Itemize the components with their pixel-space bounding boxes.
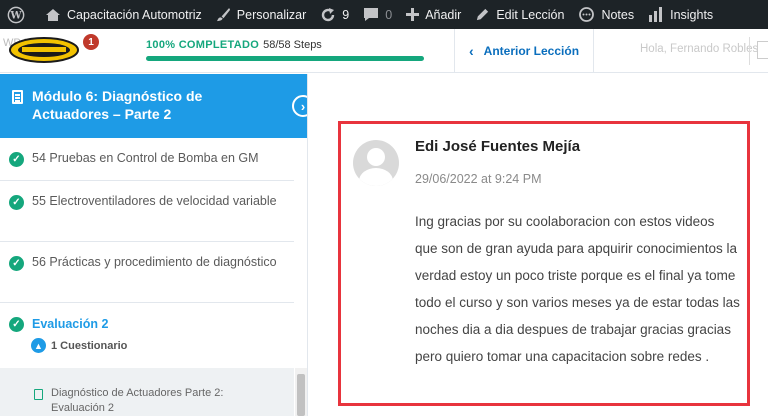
- comment-author: Edi José Fuentes Mejía: [415, 138, 581, 155]
- lesson-item[interactable]: ✓ 54 Pruebas en Control de Bomba en GM: [0, 138, 294, 181]
- check-circle-icon: ✓: [9, 256, 24, 271]
- refresh-icon: [320, 7, 336, 23]
- avatar: [353, 140, 399, 186]
- chat-bubble-icon: [578, 6, 595, 23]
- check-circle-icon: ✓: [9, 152, 24, 167]
- comment-body: Ing gracias por su coolaboracion con est…: [415, 214, 740, 364]
- scrollbar-thumb[interactable]: [297, 374, 305, 416]
- updates-button[interactable]: 9: [313, 0, 356, 29]
- brand-logo[interactable]: [8, 35, 80, 65]
- course-sidebar: Módulo 6: Diagnóstico de Actuadores – Pa…: [0, 74, 308, 416]
- wordpress-icon: W: [7, 6, 25, 24]
- user-greeting[interactable]: Hola, Fernando Robles: [640, 43, 758, 55]
- quiz-section: ✓ Evaluación 2: [0, 303, 294, 368]
- lesson-label: 56 Prácticas y procedimiento de diagnóst…: [32, 255, 277, 269]
- check-circle-icon: ✓: [9, 317, 24, 332]
- quiz-document-icon: [34, 389, 43, 400]
- brush-icon: [216, 7, 231, 22]
- lesson-item[interactable]: ✓ 56 Prácticas y procedimiento de diagnó…: [0, 242, 294, 303]
- notes-button[interactable]: Notes: [571, 0, 641, 29]
- quiz-section-label[interactable]: Evaluación 2: [32, 316, 108, 333]
- edit-lesson-button[interactable]: Edit Lección: [468, 0, 571, 29]
- sidebar-scrollbar[interactable]: [295, 368, 307, 416]
- check-circle-icon: ✓: [9, 195, 24, 210]
- comments-button[interactable]: 0: [356, 0, 399, 29]
- site-name-button[interactable]: Capacitación Automotriz: [38, 0, 209, 29]
- chevron-left-icon: ‹: [469, 43, 474, 59]
- insights-label: Insights: [670, 7, 714, 22]
- wp-admin-bar: W Capacitación Automotriz Personalizar 9…: [0, 0, 768, 29]
- pencil-icon: [475, 7, 490, 22]
- module-title: Módulo 6: Diagnóstico de Actuadores – Pa…: [32, 88, 203, 122]
- course-header: WP Itc... 1 100% COMPLETADO58/58 Steps ‹…: [0, 29, 768, 73]
- quiz-count-label: 1 Cuestionario: [51, 339, 128, 352]
- comment-card: Edi José Fuentes Mejía 29/06/2022 at 9:2…: [338, 121, 750, 406]
- comment-bubble-icon: [363, 7, 379, 22]
- updates-count: 9: [342, 7, 350, 22]
- lesson-item[interactable]: ✓ 55 Electroventiladores de velocidad va…: [0, 181, 294, 242]
- lesson-label: 55 Electroventiladores de velocidad vari…: [32, 194, 277, 208]
- chevron-up-icon: ▲: [31, 338, 46, 353]
- progress-percent: 100% COMPLETADO: [146, 39, 260, 51]
- notes-label: Notes: [601, 7, 635, 22]
- chevron-right-icon[interactable]: ›: [292, 95, 307, 117]
- comments-count: 0: [385, 7, 393, 22]
- bar-chart-icon: [648, 7, 664, 22]
- insights-button[interactable]: Insights: [641, 0, 720, 29]
- plus-icon: [406, 8, 420, 21]
- wp-logo-button[interactable]: W: [0, 0, 38, 29]
- progress-bar-fill: [146, 56, 424, 61]
- add-new-label: Añadir: [425, 7, 462, 22]
- customize-label: Personalizar: [236, 7, 307, 22]
- progress-steps: 58/58 Steps: [263, 39, 322, 51]
- add-new-button[interactable]: Añadir: [399, 0, 468, 29]
- home-icon: [45, 8, 61, 22]
- notification-badge[interactable]: 1: [83, 34, 99, 50]
- document-icon: [12, 90, 23, 104]
- svg-text:W: W: [9, 10, 22, 21]
- quiz-count-toggle[interactable]: ▲ 1 Cuestionario: [31, 338, 127, 353]
- course-progress: 100% COMPLETADO 58/58 Steps: [146, 39, 426, 61]
- header-divider: [749, 37, 750, 65]
- quiz-item-label: Diagnóstico de Actuadores Parte 2: Evalu…: [51, 387, 224, 414]
- previous-lesson-button[interactable]: ‹ Anterior Lección: [454, 29, 595, 73]
- comment-date[interactable]: 29/06/2022 at 9:24 PM: [415, 172, 541, 186]
- lesson-label: 54 Pruebas en Control de Bomba en GM: [32, 151, 259, 165]
- header-menu-toggle[interactable]: [757, 41, 768, 59]
- site-name-label: Capacitación Automotriz: [67, 7, 202, 22]
- progress-bar: [146, 56, 424, 61]
- customize-button[interactable]: Personalizar: [209, 0, 313, 29]
- previous-lesson-label: Anterior Lección: [483, 44, 580, 58]
- module-header[interactable]: Módulo 6: Diagnóstico de Actuadores – Pa…: [0, 74, 307, 138]
- edit-lesson-label: Edit Lección: [496, 7, 565, 22]
- quiz-item[interactable]: Diagnóstico de Actuadores Parte 2: Evalu…: [0, 368, 294, 416]
